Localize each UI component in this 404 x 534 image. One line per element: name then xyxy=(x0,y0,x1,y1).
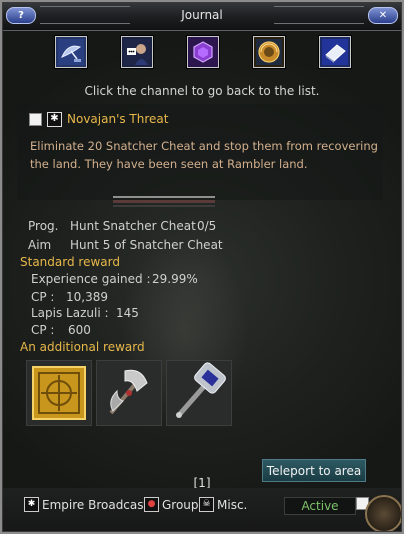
exp-label: Experience gained : xyxy=(31,272,151,286)
channel-book[interactable] xyxy=(319,36,351,68)
filter-group[interactable]: ● Group xyxy=(144,497,199,512)
war-hammer-icon xyxy=(176,362,226,418)
channel-satellite[interactable] xyxy=(55,36,87,68)
quest-description: Eliminate 20 Snatcher Cheat and stop the… xyxy=(30,139,378,171)
empire-broadcast-label: Empire Broadcast xyxy=(42,497,149,512)
aim-text: Hunt 5 of Snatcher Cheat xyxy=(70,238,223,252)
channel-orb[interactable] xyxy=(253,36,285,68)
aim-label: Aim xyxy=(28,238,52,252)
window-title: Journal xyxy=(181,8,223,22)
prog-label: Prog. xyxy=(28,219,59,233)
reward-slot-axe[interactable] xyxy=(96,360,162,426)
empire-broadcast-icon: ✱ xyxy=(24,497,39,512)
help-icon: ? xyxy=(18,9,24,21)
character-portrait-icon xyxy=(124,39,150,65)
misc-label: Misc. xyxy=(217,497,248,512)
channel-hint: Click the channel to go back to the list… xyxy=(84,84,320,98)
additional-reward-heading: An additional reward xyxy=(20,340,145,354)
quest-title[interactable]: Novajan's Threat xyxy=(67,112,168,126)
quest-header: ✱ Novajan's Threat xyxy=(29,111,168,127)
empire-emblem-icon xyxy=(365,495,403,533)
lapis-value: 145 xyxy=(116,306,139,320)
cp-label-2: CP : xyxy=(31,323,55,337)
satellite-dish-icon xyxy=(58,39,84,65)
reward-slot-hammer[interactable] xyxy=(166,360,232,426)
misc-icon: ☠ xyxy=(199,497,214,512)
golden-box-icon xyxy=(32,366,86,420)
purple-gem-icon xyxy=(190,39,216,65)
channel-bar xyxy=(55,36,351,70)
lapis-label: Lapis Lazuli : xyxy=(31,306,109,320)
reward-slot-golden-box[interactable] xyxy=(26,360,92,426)
teleport-button[interactable]: Teleport to area xyxy=(262,459,366,482)
book-icon xyxy=(322,39,348,65)
help-button[interactable]: ? xyxy=(6,7,36,24)
cp-label-1: CP : xyxy=(31,290,55,304)
close-icon: ✕ xyxy=(378,9,388,21)
channel-gem[interactable] xyxy=(187,36,219,68)
title-bar: Journal ? ✕ xyxy=(0,0,404,31)
group-label: Group xyxy=(162,497,199,512)
cp-value-2: 600 xyxy=(68,323,91,337)
quest-progress-bar xyxy=(113,196,215,208)
quest-checkbox[interactable] xyxy=(29,112,42,126)
quest-panel: ✱ Novajan's Threat Eliminate 20 Snatcher… xyxy=(17,104,383,200)
cp-value-1: 10,389 xyxy=(66,290,108,304)
close-button[interactable]: ✕ xyxy=(368,7,398,24)
quest-type-icon: ✱ xyxy=(47,111,62,127)
prog-count: 0/5 xyxy=(197,219,217,233)
golden-orb-icon xyxy=(256,39,282,65)
prog-text: Hunt Snatcher Cheat xyxy=(70,219,196,233)
standard-reward-heading: Standard reward xyxy=(20,255,120,269)
filter-misc[interactable]: ☠ Misc. xyxy=(199,497,247,512)
group-icon: ● xyxy=(144,497,159,512)
channel-character[interactable] xyxy=(121,36,153,68)
exp-value: 29.99% xyxy=(152,272,198,286)
battle-axe-icon xyxy=(109,369,148,415)
status-active[interactable]: Active xyxy=(284,497,356,515)
filter-empire-broadcast[interactable]: ✱ Empire Broadcast xyxy=(24,497,148,512)
